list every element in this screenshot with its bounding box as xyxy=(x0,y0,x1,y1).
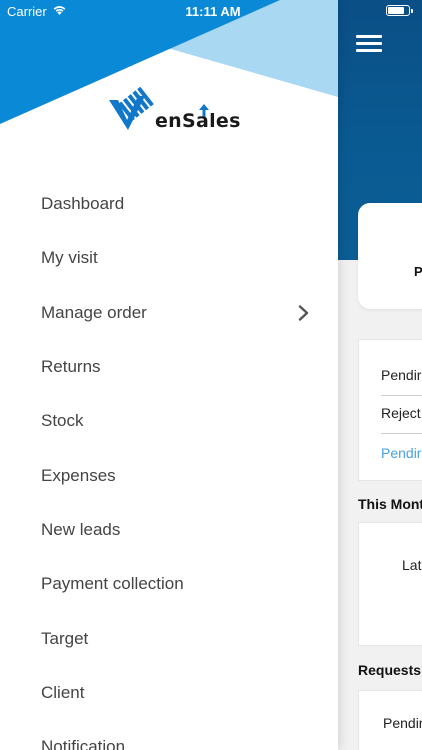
menu-item-label: Dashboard xyxy=(41,194,125,214)
summary-card[interactable]: P xyxy=(358,203,422,309)
drawer-header: Carrier 11:11 AM enSales xyxy=(0,0,338,160)
menu-item-returns[interactable]: Returns xyxy=(0,340,338,394)
section-title-requests: Requests xyxy=(358,662,422,678)
header-background-shape xyxy=(0,0,338,124)
summary-card-text: P xyxy=(414,264,422,279)
menu-item-my-visit[interactable]: My visit xyxy=(0,231,338,285)
menu-item-manage-order[interactable]: Manage order xyxy=(0,286,338,340)
drawer-menu: Dashboard My visit Manage order Returns … xyxy=(0,177,338,750)
menu-item-label: Client xyxy=(41,682,85,702)
status-time: 11:11 AM xyxy=(185,4,241,19)
list-item[interactable]: Pendir xyxy=(383,715,422,731)
vensales-logo-mark-icon xyxy=(109,86,154,130)
menu-item-label: Stock xyxy=(41,411,84,431)
menu-item-notification[interactable]: Notification xyxy=(0,720,338,750)
divider xyxy=(381,433,422,434)
requests-card: Pendir xyxy=(358,690,422,750)
this-month-card: Lat xyxy=(358,522,422,646)
menu-item-label: Manage order xyxy=(41,302,147,322)
list-item[interactable]: Pendir xyxy=(381,367,422,383)
menu-item-dashboard[interactable]: Dashboard xyxy=(0,177,338,231)
menu-item-stock[interactable]: Stock xyxy=(0,394,338,448)
status-bar: Carrier 11:11 AM xyxy=(0,0,338,22)
logo-text: enSales xyxy=(155,110,241,132)
list-item[interactable]: Reject xyxy=(381,405,422,421)
menu-item-label: Returns xyxy=(41,357,101,377)
menu-item-label: New leads xyxy=(41,519,121,539)
battery-icon xyxy=(386,5,413,16)
chevron-right-icon xyxy=(298,305,309,321)
menu-item-label: My visit xyxy=(41,248,98,268)
menu-item-expenses[interactable]: Expenses xyxy=(0,448,338,502)
menu-item-label: Payment collection xyxy=(41,574,184,594)
menu-item-label: Expenses xyxy=(41,465,116,485)
vensales-logo: enSales xyxy=(107,86,240,134)
navigation-drawer: Carrier 11:11 AM enSales Dashboard My vi… xyxy=(0,0,338,750)
menu-item-target[interactable]: Target xyxy=(0,611,338,665)
menu-item-new-leads[interactable]: New leads xyxy=(0,503,338,557)
list-item-link[interactable]: Pendir xyxy=(381,445,422,461)
divider xyxy=(381,395,422,396)
month-card-text: Lat xyxy=(402,557,422,573)
order-status-card: Pendir Reject Pendir xyxy=(358,339,422,481)
menu-item-label: Target xyxy=(41,628,89,648)
hamburger-menu-icon[interactable] xyxy=(356,35,384,53)
section-title-this-month: This Mont xyxy=(358,496,422,512)
menu-item-label: Notification xyxy=(41,737,126,750)
menu-item-payment-collection[interactable]: Payment collection xyxy=(0,557,338,611)
menu-item-client[interactable]: Client xyxy=(0,666,338,720)
